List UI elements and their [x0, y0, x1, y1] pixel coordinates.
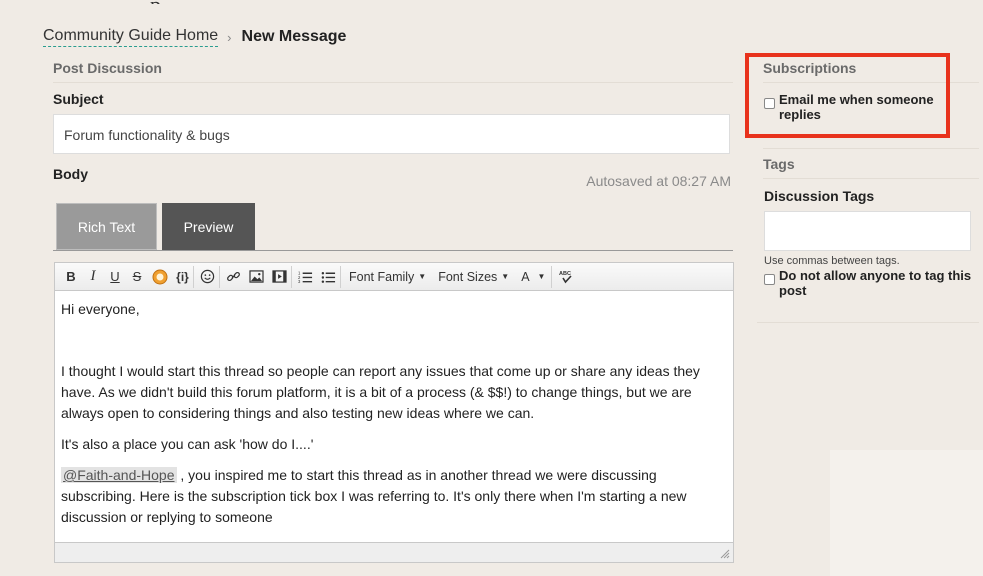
code-button[interactable]: {i} — [172, 265, 194, 288]
body-greeting: Hi everyone, — [61, 301, 140, 317]
discussion-tags-input[interactable] — [764, 211, 971, 251]
breadcrumb-current: New Message — [241, 28, 347, 45]
font-family-dropdown[interactable]: Font Family ▼ — [343, 266, 432, 288]
sidebar-background — [830, 450, 983, 576]
numbered-list-icon: 123 — [298, 270, 313, 284]
link-button[interactable] — [222, 266, 245, 288]
tags-title: Tags — [763, 148, 979, 179]
tabs-divider — [53, 250, 733, 251]
link-icon — [227, 271, 240, 282]
autosave-status: Autosaved at 08:27 AM — [586, 173, 731, 189]
no-tag-option: Do not allow anyone to tag this post — [764, 268, 979, 298]
user-mention-link[interactable]: @Faith-and-Hope — [61, 467, 177, 483]
chevron-down-icon: ▼ — [537, 272, 546, 281]
bullet-list-button[interactable] — [317, 265, 341, 288]
insert-media-button[interactable] — [148, 266, 172, 288]
font-sizes-label: Font Sizes — [438, 269, 498, 284]
smiley-icon — [200, 269, 215, 284]
body-paragraph: I thought I would start this thread so p… — [61, 363, 700, 421]
image-icon — [249, 270, 264, 283]
subject-label: Subject — [53, 91, 104, 107]
rich-text-editor: B I U S {i} 123 Font Family ▼ Font Sizes… — [54, 262, 734, 563]
subject-input[interactable]: Forum functionality & bugs — [53, 114, 730, 154]
bullet-list-icon — [321, 271, 336, 283]
video-icon — [272, 270, 287, 283]
discussion-tags-label: Discussion Tags — [764, 188, 875, 204]
no-tag-label[interactable]: Do not allow anyone to tag this post — [779, 268, 979, 298]
tags-panel: Tags Discussion Tags Use commas between … — [757, 148, 979, 323]
editor-content[interactable]: Hi everyone, I thought I would start thi… — [55, 291, 733, 528]
no-tag-checkbox[interactable] — [764, 274, 775, 285]
editor-statusbar — [55, 542, 733, 562]
numbered-list-button[interactable]: 123 — [294, 266, 317, 288]
image-button[interactable] — [245, 266, 268, 288]
editor-toolbar: B I U S {i} 123 Font Family ▼ Font Sizes… — [55, 263, 733, 291]
svg-text:3: 3 — [298, 279, 301, 284]
spellcheck-button[interactable]: ABC — [554, 266, 578, 288]
post-discussion-title: Post Discussion — [53, 60, 733, 83]
media-badge-icon — [152, 269, 168, 284]
breadcrumb-separator-icon: › — [227, 29, 232, 45]
svg-text:ABC: ABC — [559, 271, 571, 277]
body-paragraph: It's also a place you can ask 'how do I.… — [61, 436, 314, 452]
bold-button[interactable]: B — [60, 266, 82, 288]
resize-grip-icon[interactable] — [720, 549, 730, 559]
page-heading-fragment: p — [150, 0, 190, 4]
post-discussion-panel: Post Discussion Subject Forum functional… — [53, 60, 734, 563]
emoji-button[interactable] — [196, 265, 220, 288]
font-family-label: Font Family — [349, 269, 415, 284]
italic-button[interactable]: I — [82, 266, 104, 288]
tab-preview[interactable]: Preview — [162, 203, 255, 250]
text-color-dropdown[interactable]: A ▼ — [515, 265, 553, 288]
strikethrough-button[interactable]: S — [126, 266, 148, 288]
tab-rich-text[interactable]: Rich Text — [56, 203, 157, 250]
tags-hint: Use commas between tags. — [764, 255, 900, 267]
font-sizes-dropdown[interactable]: Font Sizes ▼ — [432, 266, 515, 288]
body-paragraph: @Faith-and-Hope , you inspired me to sta… — [61, 465, 727, 528]
text-color-icon: A — [521, 269, 530, 284]
spellcheck-icon: ABC — [559, 271, 573, 283]
editor-tabs: Rich Text Preview — [56, 203, 255, 250]
breadcrumb: Community Guide Home › New Message — [43, 27, 346, 47]
underline-button[interactable]: U — [104, 266, 126, 288]
breadcrumb-home-link[interactable]: Community Guide Home — [43, 27, 219, 47]
highlight-annotation — [745, 53, 950, 138]
chevron-down-icon: ▼ — [501, 272, 510, 281]
body-label: Body — [53, 166, 88, 182]
chevron-down-icon: ▼ — [418, 272, 427, 281]
video-button[interactable] — [268, 265, 292, 288]
